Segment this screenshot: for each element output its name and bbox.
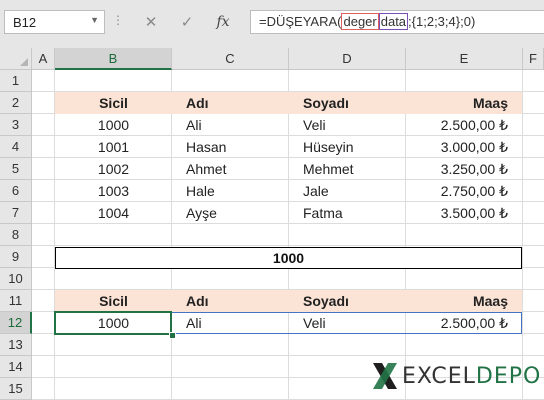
cell-sicil[interactable]: 1000 — [55, 114, 172, 136]
result-maas[interactable]: 2.500,00 ₺ — [406, 312, 508, 334]
logo-text: EXCELDEPO — [402, 364, 541, 389]
chevron-down-icon[interactable]: ▼ — [90, 15, 99, 25]
gridline — [288, 70, 289, 400]
table-header-soyadi[interactable]: Soyadı — [303, 92, 403, 114]
name-box-value: B12 — [13, 15, 37, 30]
row-header-13[interactable]: 13 — [0, 334, 32, 356]
lookup-value: 1000 — [272, 250, 305, 266]
result-header-adi[interactable]: Adı — [186, 290, 286, 312]
row-header-14[interactable]: 14 — [0, 356, 32, 378]
row-header-8[interactable]: 8 — [0, 224, 32, 246]
more-options-icon[interactable]: ⋮ — [112, 13, 124, 27]
table-header-sicil[interactable]: Sicil — [55, 92, 172, 114]
formula-prefix: =DÜŞEYARA( — [259, 14, 342, 29]
cell-soyadi[interactable]: Fatma — [303, 202, 403, 224]
formula-buttons: ⋮ ✕ ✓ fx — [112, 10, 241, 34]
cell-sicil[interactable]: 1002 — [55, 158, 172, 180]
table-header-maas[interactable]: Maaş — [406, 92, 508, 114]
cell-maas[interactable]: 2.750,00 ₺ — [406, 180, 508, 202]
active-cell-border — [54, 311, 172, 335]
gridline — [32, 355, 544, 356]
column-header-c[interactable]: C — [172, 48, 289, 70]
row-header-11[interactable]: 11 — [0, 290, 32, 312]
cell-adi[interactable]: Ayşe — [186, 202, 286, 224]
cancel-icon[interactable]: ✕ — [138, 10, 164, 34]
row-header-10[interactable]: 10 — [0, 268, 32, 290]
row-header-1[interactable]: 1 — [0, 70, 32, 92]
cell-sicil[interactable]: 1003 — [55, 180, 172, 202]
formula-arg-deger: deger — [341, 13, 379, 30]
enter-icon[interactable]: ✓ — [174, 10, 200, 34]
cell-soyadi[interactable]: Veli — [303, 114, 403, 136]
cell-adi[interactable]: Ali — [186, 114, 286, 136]
row-header-9[interactable]: 9 — [0, 246, 32, 268]
formula-suffix: ;{1;2;3;4};0) — [408, 14, 476, 29]
row-header-5[interactable]: 5 — [0, 158, 32, 180]
logo-depo: DEPO — [475, 364, 542, 389]
column-header-a[interactable]: A — [32, 48, 55, 70]
cell-maas[interactable]: 2.500,00 ₺ — [406, 114, 508, 136]
column-header-d[interactable]: D — [289, 48, 406, 70]
select-all-icon — [20, 58, 28, 66]
row-header-3[interactable]: 3 — [0, 114, 32, 136]
select-all-corner[interactable] — [0, 48, 32, 70]
row-header-2[interactable]: 2 — [0, 92, 32, 114]
logo-excel: EXCEL — [402, 364, 476, 389]
cell-sicil[interactable]: 1001 — [55, 136, 172, 158]
row-header-4[interactable]: 4 — [0, 136, 32, 158]
cell-maas[interactable]: 3.250,00 ₺ — [406, 158, 508, 180]
cell-sicil[interactable]: 1004 — [55, 202, 172, 224]
column-header-b[interactable]: B — [55, 48, 172, 70]
formula-bar: B12 ▼ ⋮ ✕ ✓ fx =DÜŞEYARA(deger data ;{1;2;… — [0, 0, 544, 48]
table-header-adi[interactable]: Adı — [186, 92, 286, 114]
cell-maas[interactable]: 3.000,00 ₺ — [406, 136, 508, 158]
result-soyadi[interactable]: Veli — [303, 312, 403, 334]
worksheet[interactable]: A B C D E F 1 2 3 4 5 6 7 8 9 10 11 12 1… — [0, 48, 544, 400]
formula-input[interactable]: =DÜŞEYARA(deger data ;{1;2;3;4};0) — [250, 10, 544, 34]
column-header-f[interactable]: F — [523, 48, 544, 70]
name-box[interactable]: B12 ▼ — [4, 10, 105, 34]
cell-maas[interactable]: 3.500,00 ₺ — [406, 202, 508, 224]
row-header-6[interactable]: 6 — [0, 180, 32, 202]
row-header-15[interactable]: 15 — [0, 378, 32, 400]
x-logo-icon — [373, 363, 397, 389]
column-header-e[interactable]: E — [406, 48, 523, 70]
result-header-sicil[interactable]: Sicil — [55, 290, 172, 312]
cell-soyadi[interactable]: Mehmet — [303, 158, 403, 180]
cell-soyadi[interactable]: Hüseyin — [303, 136, 403, 158]
result-header-maas[interactable]: Maaş — [406, 290, 508, 312]
result-adi[interactable]: Ali — [186, 312, 286, 334]
gridline — [522, 70, 523, 400]
fill-handle[interactable] — [169, 332, 176, 339]
formula-arg-data: data — [378, 13, 409, 30]
row-header-12[interactable]: 12 — [0, 312, 32, 334]
exceldepo-logo: EXCELDEPO — [370, 360, 544, 392]
cell-adi[interactable]: Hasan — [186, 136, 286, 158]
cell-adi[interactable]: Hale — [186, 180, 286, 202]
gridline — [32, 245, 544, 246]
formula-text: =DÜŞEYARA(deger data ;{1;2;3;4};0) — [259, 13, 476, 30]
row-header-7[interactable]: 7 — [0, 202, 32, 224]
insert-function-icon[interactable]: fx — [210, 10, 236, 34]
cell-soyadi[interactable]: Jale — [303, 180, 403, 202]
lookup-value-cell[interactable]: 1000 — [55, 247, 522, 269]
cell-adi[interactable]: Ahmet — [186, 158, 286, 180]
result-header-soyadi[interactable]: Soyadı — [303, 290, 403, 312]
